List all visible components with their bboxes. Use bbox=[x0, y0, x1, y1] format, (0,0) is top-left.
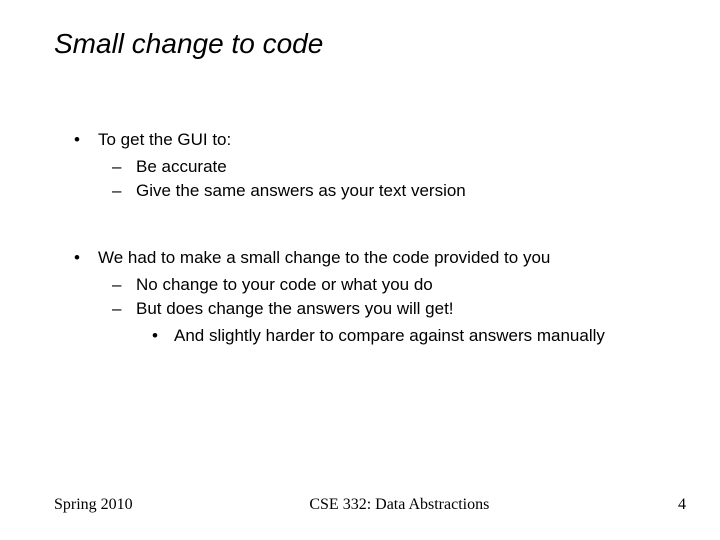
bullet-text: But does change the answers you will get… bbox=[136, 299, 454, 318]
list-item: We had to make a small change to the cod… bbox=[70, 246, 680, 349]
list-item: Be accurate bbox=[106, 155, 680, 180]
bullet-text: Give the same answers as your text versi… bbox=[136, 181, 466, 200]
sub-list: Be accurate Give the same answers as you… bbox=[98, 155, 680, 204]
footer-course: CSE 332: Data Abstractions bbox=[133, 496, 666, 514]
bullet-list: We had to make a small change to the cod… bbox=[70, 246, 680, 349]
bullet-text: And slightly harder to compare against a… bbox=[174, 326, 605, 345]
sub-sub-list: And slightly harder to compare against a… bbox=[136, 324, 680, 349]
footer-term: Spring 2010 bbox=[54, 496, 133, 514]
bullet-text: No change to your code or what you do bbox=[136, 275, 433, 294]
bullet-text: To get the GUI to: bbox=[98, 130, 231, 149]
list-item: Give the same answers as your text versi… bbox=[106, 179, 680, 204]
list-item: But does change the answers you will get… bbox=[106, 297, 680, 348]
footer-page-number: 4 bbox=[666, 496, 686, 514]
bullet-list: To get the GUI to: Be accurate Give the … bbox=[70, 128, 680, 204]
spacer bbox=[70, 208, 680, 246]
sub-list: No change to your code or what you do Bu… bbox=[98, 273, 680, 349]
slide-body: To get the GUI to: Be accurate Give the … bbox=[70, 128, 680, 352]
slide-title: Small change to code bbox=[54, 28, 323, 60]
slide: Small change to code To get the GUI to: … bbox=[0, 0, 720, 540]
footer: Spring 2010 CSE 332: Data Abstractions 4 bbox=[54, 496, 686, 514]
list-item: And slightly harder to compare against a… bbox=[146, 324, 680, 349]
list-item: No change to your code or what you do bbox=[106, 273, 680, 298]
list-item: To get the GUI to: Be accurate Give the … bbox=[70, 128, 680, 204]
bullet-text: Be accurate bbox=[136, 157, 227, 176]
bullet-text: We had to make a small change to the cod… bbox=[98, 248, 550, 267]
